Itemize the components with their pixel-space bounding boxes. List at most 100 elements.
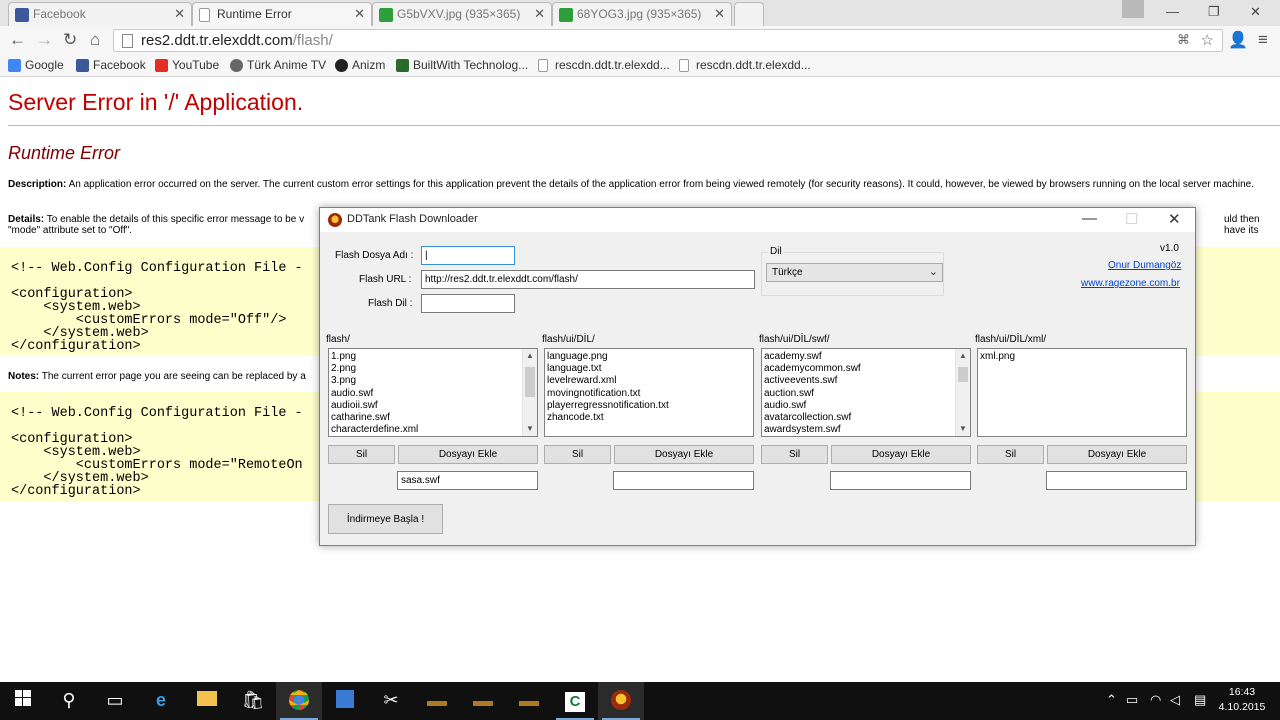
reload-icon[interactable]: ↻	[63, 30, 77, 50]
tools-button[interactable]: ✂	[368, 682, 414, 720]
scroll-up-icon[interactable]: ▲	[956, 349, 970, 363]
delete-button-ui-lang-swf[interactable]: Sil	[761, 445, 828, 464]
back-icon[interactable]: ←	[9, 30, 26, 50]
explorer-button[interactable]	[184, 682, 230, 720]
list-item[interactable]: characterdefine.xml	[331, 424, 537, 436]
list-item[interactable]: audio.swf	[331, 388, 537, 400]
menu-icon[interactable]: ≡	[1258, 30, 1268, 50]
add-file-button-flash[interactable]: Dosyayı Ekle	[398, 445, 538, 464]
list-item[interactable]: playerregressnotification.txt	[547, 400, 753, 412]
list-item[interactable]: language.txt	[547, 363, 753, 375]
file-list-ui-lang[interactable]: language.png language.txt levelreward.xm…	[544, 348, 754, 437]
system-clock[interactable]: 16:43 4.10.2015	[1212, 685, 1272, 715]
battery-icon[interactable]: ▭	[1126, 692, 1138, 708]
file-input-ui-lang[interactable]	[613, 471, 754, 490]
bookmark-facebook[interactable]: Facebook	[76, 58, 146, 72]
list-item[interactable]: catharine.swf	[331, 412, 537, 424]
ddtank-downloader-button[interactable]	[598, 682, 644, 720]
task-view-button[interactable]: ▭	[92, 682, 138, 720]
close-icon[interactable]: ✕	[714, 6, 725, 22]
flash-file-input[interactable]: |	[421, 246, 515, 265]
wifi-icon[interactable]: ◠	[1150, 692, 1161, 708]
website-link[interactable]: www.ragezone.com.br	[1081, 278, 1180, 289]
author-link[interactable]: Onur Dumangöz	[1108, 260, 1181, 271]
tab-facebook[interactable]: Facebook ✕	[8, 2, 192, 26]
home-icon[interactable]: ⌂	[90, 30, 100, 50]
maximize-icon[interactable]: ❐	[1208, 4, 1220, 20]
list-item[interactable]: auction.swf	[764, 388, 970, 400]
tab-image-1[interactable]: G5bVXV.jpg (935×365) ✕	[372, 2, 552, 26]
scroll-up-icon[interactable]: ▲	[523, 349, 537, 363]
file-input-ui-lang-swf[interactable]	[830, 471, 971, 490]
close-icon[interactable]: ✕	[1168, 210, 1181, 228]
start-download-button[interactable]: İndirmeye Başla !	[328, 504, 443, 534]
file-input-flash[interactable]: sasa.swf	[397, 471, 538, 490]
close-icon[interactable]: ✕	[174, 6, 185, 22]
app-button-2[interactable]	[414, 682, 460, 720]
close-icon[interactable]: ✕	[354, 6, 365, 22]
dialog-titlebar[interactable]: DDTank Flash Downloader — ☐ ✕	[320, 208, 1195, 232]
close-icon[interactable]: ✕	[534, 6, 545, 22]
list-item[interactable]: activeevents.swf	[764, 375, 970, 387]
flash-lang-input[interactable]	[421, 294, 515, 313]
file-list-flash[interactable]: 1.png 2.png 3.png audio.swf audioii.swf …	[328, 348, 538, 437]
list-item[interactable]: avatarcollection.swf	[764, 412, 970, 424]
bookmark-google[interactable]: Google	[8, 58, 64, 72]
list-item[interactable]: academy.swf	[764, 351, 970, 363]
edge-button[interactable]: e	[138, 682, 184, 720]
bookmark-youtube[interactable]: YouTube	[155, 58, 219, 72]
store-button[interactable]: 🛍	[230, 682, 276, 720]
list-item[interactable]: awardsystem.swf	[764, 424, 970, 436]
scroll-down-icon[interactable]: ▼	[956, 422, 970, 436]
app-button-3[interactable]	[460, 682, 506, 720]
list-item[interactable]: movingnotification.txt	[547, 388, 753, 400]
list-item[interactable]: 3.png	[331, 375, 537, 387]
chrome-button[interactable]	[276, 682, 322, 720]
bookmark-rescdn-1[interactable]: rescdn.ddt.tr.elexdd...	[538, 58, 670, 72]
new-tab-button[interactable]	[734, 2, 764, 26]
delete-button-ui-lang-xml[interactable]: Sil	[977, 445, 1044, 464]
app-button-4[interactable]	[506, 682, 552, 720]
flash-url-input[interactable]: http://res2.ddt.tr.elexddt.com/flash/	[421, 270, 755, 289]
search-button[interactable]: ⚲	[46, 682, 92, 720]
user-icon[interactable]: 👤	[1228, 30, 1248, 50]
bookmark-turk-anime[interactable]: Türk Anime TV	[230, 58, 326, 72]
minimize-icon[interactable]: —	[1082, 210, 1097, 227]
maximize-icon[interactable]: ☐	[1125, 210, 1138, 228]
file-list-ui-lang-xml[interactable]: xml.png	[977, 348, 1187, 437]
forward-icon[interactable]: →	[36, 30, 53, 50]
minimize-icon[interactable]: —	[1166, 4, 1179, 19]
address-bar[interactable]: res2.ddt.tr.elexddt.com/flash/ ⌘ ☆	[113, 29, 1223, 52]
language-select[interactable]: Türkçe ⌄	[766, 263, 943, 282]
scrollbar[interactable]: ▲ ▼	[522, 349, 537, 436]
tab-runtime-error[interactable]: Runtime Error ✕	[192, 2, 372, 26]
star-icon[interactable]: ☆	[1201, 31, 1214, 49]
scroll-thumb[interactable]	[525, 367, 535, 397]
list-item[interactable]: levelreward.xml	[547, 375, 753, 387]
file-list-ui-lang-swf[interactable]: academy.swf academycommon.swf activeeven…	[761, 348, 971, 437]
app-button-1[interactable]	[322, 682, 368, 720]
scroll-thumb[interactable]	[958, 367, 968, 382]
start-button[interactable]	[0, 682, 46, 720]
scrollbar[interactable]: ▲ ▼	[955, 349, 970, 436]
bookmark-rescdn-2[interactable]: rescdn.ddt.tr.elexdd...	[679, 58, 811, 72]
list-item[interactable]: 2.png	[331, 363, 537, 375]
list-item[interactable]: language.png	[547, 351, 753, 363]
add-file-button-ui-lang-swf[interactable]: Dosyayı Ekle	[831, 445, 971, 464]
chevron-up-icon[interactable]: ⌃	[1106, 692, 1117, 708]
volume-icon[interactable]: ◁	[1170, 692, 1180, 708]
app-button-5[interactable]: C	[552, 682, 598, 720]
add-file-button-ui-lang[interactable]: Dosyayı Ekle	[614, 445, 754, 464]
list-item[interactable]: academycommon.swf	[764, 363, 970, 375]
profile-icon[interactable]	[1122, 0, 1144, 18]
translate-icon[interactable]: ⌘	[1177, 32, 1190, 48]
list-item[interactable]: xml.png	[980, 351, 1186, 363]
list-item[interactable]: audioii.swf	[331, 400, 537, 412]
list-item[interactable]: audio.swf	[764, 400, 970, 412]
list-item[interactable]: zhancode.txt	[547, 412, 753, 424]
bookmark-builtwith[interactable]: BuiltWith Technolog...	[396, 58, 528, 72]
delete-button-ui-lang[interactable]: Sil	[544, 445, 611, 464]
notification-icon[interactable]: ▤	[1194, 692, 1206, 708]
file-input-ui-lang-xml[interactable]	[1046, 471, 1187, 490]
window-close-icon[interactable]: ✕	[1250, 4, 1261, 20]
